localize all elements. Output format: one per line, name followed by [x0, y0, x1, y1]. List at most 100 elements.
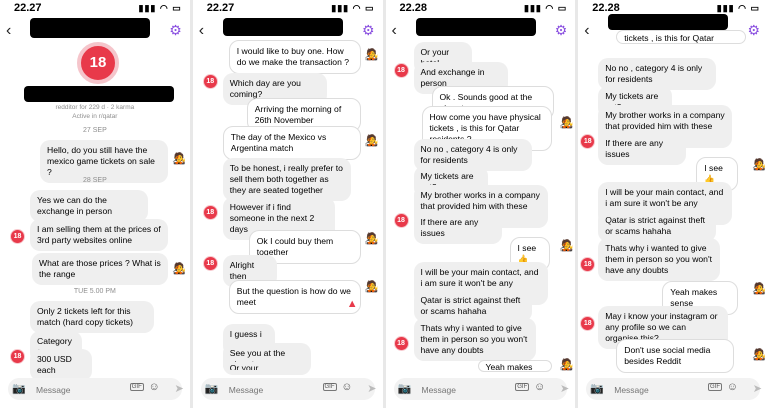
camera-icon[interactable]: 📷	[590, 382, 604, 395]
gear-icon[interactable]: ⚙	[555, 22, 568, 39]
message-bubble: tickets , is this for Qatar residents ?	[616, 30, 747, 44]
message-bubble: I am selling them at the prices of 3rd p…	[30, 219, 168, 251]
message-bubble: See you at the airport	[222, 343, 311, 375]
message-input[interactable]	[612, 381, 697, 399]
message-bubble: 300 USD each	[30, 349, 92, 381]
date-divider: 27 SEP	[83, 127, 107, 134]
gif-button[interactable]: GIF	[708, 383, 722, 391]
my-avatar-icon: 🧑‍🎤	[752, 349, 766, 361]
sender-avatar: 18	[202, 205, 218, 220]
message-bubble: Thats why i wanted to give them in perso…	[598, 238, 721, 281]
message-bubble: But the question is how do we meet	[228, 280, 361, 314]
back-chevron-icon[interactable]: ‹	[199, 22, 204, 40]
message-bubble: Yeah makes sense	[477, 360, 552, 372]
date-divider: 28 SEP	[83, 177, 107, 184]
gif-button[interactable]: GIF	[322, 383, 337, 391]
chat-screen-3: 22.28 ▮▮▮ ◠ ▭ ‹ ⚙ Or your hotel And exch…	[385, 0, 579, 408]
gear-icon[interactable]: ⚙	[169, 22, 182, 39]
sender-avatar: 18	[580, 134, 596, 149]
my-avatar-icon: 🧑‍🎤	[752, 283, 766, 295]
message-composer[interactable]: 📷 GIF ☺ ➤	[586, 378, 762, 400]
gear-icon[interactable]: ⚙	[747, 22, 760, 39]
chat-screen-2: 22.27 ▮▮▮ ◠ ▭ ‹ ⚙ I would like to buy on…	[192, 0, 386, 408]
message-bubble: If there are any issues	[413, 212, 502, 244]
camera-icon[interactable]: 📷	[12, 382, 26, 395]
my-avatar-icon: 🧑‍🎤	[559, 117, 574, 129]
sender-avatar: 18	[393, 336, 409, 351]
status-time: 22.27	[14, 2, 42, 14]
sticker-icon[interactable]: ☺	[149, 381, 160, 393]
status-icons: ▮▮▮ ◠ ▭	[331, 3, 375, 13]
message-input[interactable]	[34, 381, 118, 399]
status-bar: 22.27 ▮▮▮ ◠ ▭	[207, 2, 375, 16]
back-chevron-icon[interactable]: ‹	[6, 22, 11, 40]
status-icons: ▮▮▮ ◠ ▭	[524, 3, 568, 13]
message-bubble: I would like to buy one. How do we make …	[228, 40, 361, 74]
my-avatar-icon: 🧑‍🎤	[364, 49, 379, 61]
gif-button[interactable]: GIF	[129, 383, 144, 391]
my-avatar-icon: 🧑‍🎤	[172, 153, 186, 165]
gear-icon[interactable]: ⚙	[362, 22, 375, 39]
arrow-up-icon: ▲	[346, 298, 358, 310]
message-bubble: Yes we can do the exchange in person	[30, 190, 148, 222]
message-composer[interactable]: 📷 GIF ☺ ➤	[8, 378, 184, 400]
redacted-username	[608, 14, 729, 30]
message-bubble: What are those prices ? What is the rang…	[32, 253, 168, 285]
profile-avatar[interactable]: 18	[77, 42, 119, 84]
send-icon[interactable]: ➤	[560, 382, 569, 395]
redacted-username	[30, 18, 150, 38]
send-icon[interactable]: ➤	[367, 382, 376, 395]
status-time: 22.28	[399, 2, 428, 14]
my-avatar-icon: 🧑‍🎤	[559, 359, 574, 371]
sender-avatar: 18	[202, 256, 218, 271]
status-bar: 22.28 ▮▮▮ ◠ ▭	[400, 2, 568, 16]
message-bubble: Only 2 tickets left for this match (hard…	[30, 301, 154, 333]
sticker-icon[interactable]: ☺	[534, 381, 545, 393]
camera-icon[interactable]: 📷	[398, 382, 412, 395]
message-bubble: The day of the Mexico vs Argentina match	[222, 126, 361, 160]
my-avatar-icon: 🧑‍🎤	[364, 281, 379, 293]
sticker-icon[interactable]: ☺	[341, 381, 352, 393]
sender-avatar: 18	[393, 213, 409, 228]
message-bubble: If there are any issues	[598, 133, 687, 165]
my-avatar-icon: 🧑‍🎤	[172, 263, 186, 275]
sticker-icon[interactable]: ☺	[727, 381, 738, 393]
status-icons: ▮▮▮ ◠ ▭	[138, 3, 182, 13]
status-icons: ▮▮▮ ◠ ▭	[716, 3, 760, 13]
message-bubble: To be honest, i really prefer to sell th…	[222, 158, 351, 201]
sender-avatar: 18	[580, 257, 596, 272]
send-icon[interactable]: ➤	[175, 382, 184, 395]
send-icon[interactable]: ➤	[753, 382, 762, 395]
my-avatar-icon: 🧑‍🎤	[364, 233, 379, 245]
chat-screen-4: 22.28 ▮▮▮ ◠ ▭ ‹ ⚙ tickets , is this for …	[578, 0, 768, 408]
redacted-username	[415, 18, 536, 36]
message-bubble: Or your hotel	[222, 362, 277, 370]
back-chevron-icon[interactable]: ‹	[392, 22, 397, 40]
sender-avatar: 18	[10, 349, 25, 364]
sender-avatar: 18	[580, 316, 596, 331]
my-avatar-icon: 🧑‍🎤	[559, 240, 574, 252]
message-composer[interactable]: 📷 GIF ☺ ➤	[200, 378, 377, 400]
status-time: 22.28	[592, 2, 620, 14]
message-bubble: Thats why i wanted to give them in perso…	[413, 318, 536, 361]
sender-avatar: 18	[393, 63, 409, 78]
message-input[interactable]	[226, 381, 311, 399]
sender-avatar: 18	[10, 229, 25, 244]
back-chevron-icon[interactable]: ‹	[584, 22, 589, 40]
profile-meta: redditor for 229 d · 2 karma	[55, 104, 135, 111]
camera-icon[interactable]: 📷	[205, 382, 219, 395]
my-avatar-icon: 🧑‍🎤	[752, 159, 766, 171]
chat-screen-1: 22.27 ▮▮▮ ◠ ▭ ‹ ⚙ 18 redditor for 229 d …	[0, 0, 193, 408]
active-in: Active in r/qatar	[72, 113, 118, 120]
sender-avatar: 18	[202, 74, 218, 89]
status-bar: 22.27 ▮▮▮ ◠ ▭	[14, 2, 182, 16]
redacted-username	[222, 18, 343, 36]
status-time: 22.27	[206, 2, 235, 14]
gif-button[interactable]: GIF	[515, 383, 530, 391]
redacted-display-name	[24, 86, 174, 102]
message-bubble: Don't use social media besides Reddit	[616, 339, 735, 373]
message-composer[interactable]: 📷 GIF ☺ ➤	[393, 378, 569, 400]
date-divider: TUE 5.00 PM	[73, 288, 116, 295]
message-input[interactable]	[419, 381, 504, 399]
my-avatar-icon: 🧑‍🎤	[364, 135, 379, 147]
